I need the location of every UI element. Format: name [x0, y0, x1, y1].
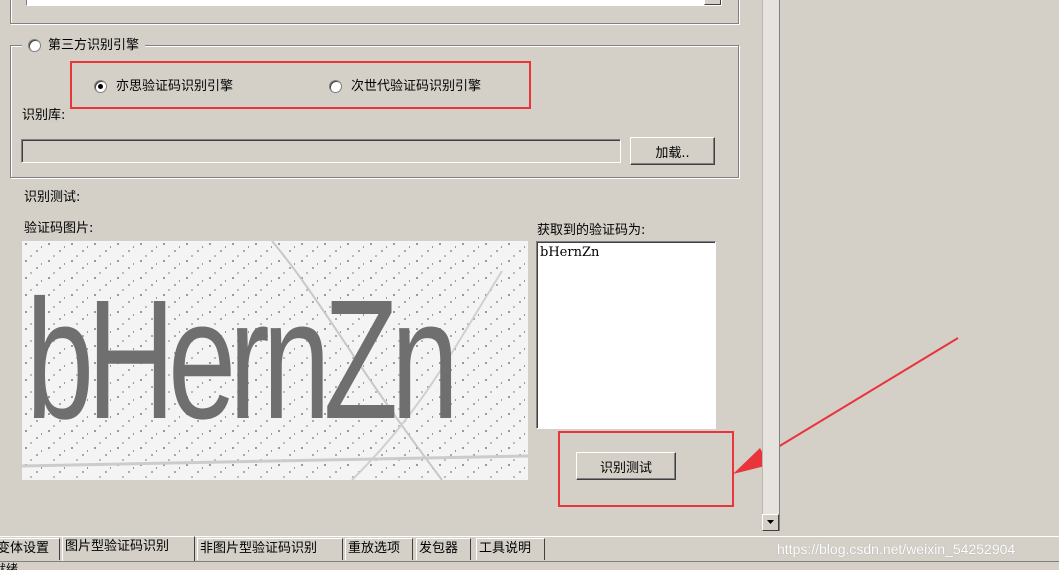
- tab-variant-settings[interactable]: 变体设置: [0, 538, 60, 560]
- captcha-image: bHernZn: [22, 241, 528, 480]
- result-label: 获取到的验证码为:: [537, 223, 646, 238]
- engine-yisi-label: 亦思验证码识别引擎: [116, 79, 234, 94]
- vertical-scrollbar[interactable]: [762, 0, 779, 531]
- captcha-image-label: 验证码图片:: [24, 221, 94, 236]
- watermark: https://blog.csdn.net/weixin_54252904: [777, 541, 1016, 557]
- third-party-engine-radio-wrap[interactable]: 第三方识别引擎: [22, 37, 146, 55]
- tab-non-image-captcha[interactable]: 非图片型验证码识别: [197, 538, 343, 560]
- radio-selected-dot: [98, 84, 103, 89]
- engine-yisi-radio[interactable]: [94, 80, 107, 93]
- previous-scroll-button[interactable]: [704, 0, 721, 5]
- annotation-arrow: [733, 337, 959, 474]
- tab-replay-options[interactable]: 重放选项: [345, 538, 413, 560]
- tab-image-captcha[interactable]: 图片型验证码识别: [62, 536, 195, 561]
- status-bar: 就绪: [0, 561, 1059, 570]
- tab-tool-help[interactable]: 工具说明: [476, 538, 545, 560]
- arrow-down-icon: [767, 520, 774, 524]
- scroll-down-button[interactable]: [762, 514, 779, 531]
- third-party-engine-label: 第三方识别引擎: [48, 38, 140, 53]
- tab-packet-sender[interactable]: 发包器: [416, 538, 471, 560]
- result-value: bHernZn: [540, 245, 600, 260]
- engine-next-gen-radio[interactable]: [329, 80, 342, 93]
- library-label: 识别库:: [22, 108, 66, 123]
- engine-option-next-gen[interactable]: 次世代验证码识别引擎: [329, 77, 481, 97]
- recognition-test-button[interactable]: 识别测试: [576, 452, 676, 480]
- vertical-separator: [779, 0, 780, 531]
- engine-next-gen-label: 次世代验证码识别引擎: [351, 79, 482, 94]
- result-textbox[interactable]: bHernZn: [536, 241, 716, 429]
- load-button[interactable]: 加载..: [630, 137, 715, 165]
- status-text: 就绪: [0, 562, 19, 570]
- third-party-engine-radio[interactable]: [28, 39, 41, 52]
- engine-option-yisi[interactable]: 亦思验证码识别引擎: [94, 77, 233, 97]
- library-path-field[interactable]: [21, 139, 621, 163]
- captcha-text: bHernZn: [26, 265, 459, 455]
- test-section-title: 识别测试:: [24, 190, 81, 205]
- previous-text-area[interactable]: [26, 0, 722, 6]
